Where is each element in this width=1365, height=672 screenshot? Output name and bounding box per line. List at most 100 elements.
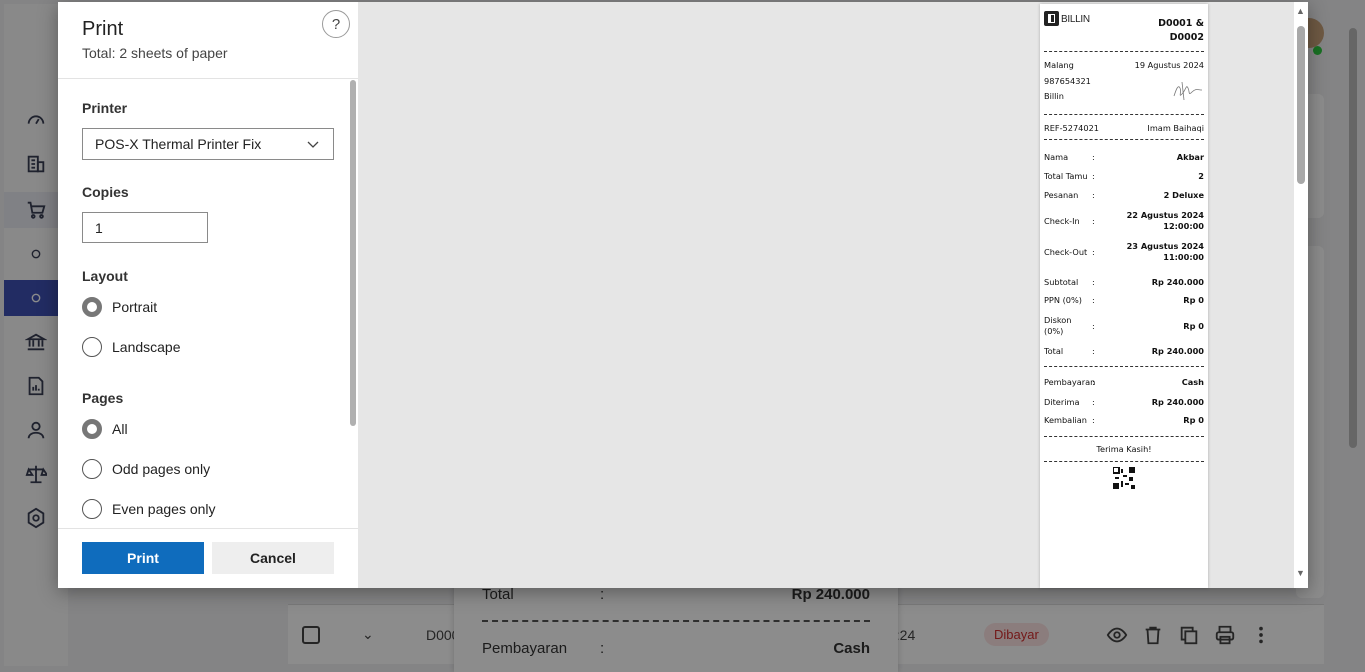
cancel-button[interactable]: Cancel [212, 542, 334, 574]
receipt-row-value: 23 Agustus 2024 11:00:00 [1104, 241, 1204, 263]
receipt-row-value: Rp 0 [1183, 415, 1204, 425]
dialog-title: Print [82, 18, 124, 40]
printer-select[interactable]: POS-X Thermal Printer Fix [82, 128, 334, 160]
receipt-row-label: Pembayaran [1044, 377, 1096, 387]
receipt-divider [1044, 436, 1204, 437]
print-button[interactable]: Print [82, 542, 204, 574]
receipt-total-row: PPN (0%) : Rp 0 [1044, 295, 1204, 306]
print-preview: BILLIN D0001 & D0002 Malang 19 Agustus 2… [358, 2, 1294, 588]
receipt-row-label: Diterima [1044, 397, 1080, 407]
receipt-row-value: Rp 0 [1183, 295, 1204, 305]
pages-even-option[interactable]: Even pages only [82, 498, 216, 520]
receipt-row-label: Total Tamu [1044, 171, 1088, 181]
receipt-invoice-2: D0002 [1169, 32, 1204, 43]
receipt-payment-row: Diterima : Rp 240.000 [1044, 397, 1204, 408]
layout-landscape-option[interactable]: Landscape [82, 336, 181, 358]
help-button[interactable]: ? [322, 10, 350, 38]
checkin-time: 12:00:00 [1163, 221, 1204, 231]
receipt-separator: : [1092, 415, 1095, 425]
receipt-brand: BILLIN [1061, 14, 1090, 25]
settings-body: Printer POS-X Thermal Printer Fix Copies… [58, 80, 358, 528]
landscape-radio[interactable] [82, 337, 102, 357]
portrait-radio[interactable] [82, 297, 102, 317]
receipt-row: Check-In : 22 Agustus 2024 12:00:00 [1044, 209, 1204, 233]
receipt-cashier: Imam Baihaqi [1147, 123, 1204, 133]
even-pages-radio[interactable] [82, 499, 102, 519]
receipt-divider [1044, 51, 1204, 52]
layout-label: Layout [82, 268, 128, 284]
receipt-separator: : [1092, 377, 1095, 387]
all-pages-label: All [112, 421, 128, 437]
receipt-row-label: Pesanan [1044, 190, 1079, 200]
diskon-label: Diskon [1044, 315, 1072, 325]
receipt-row-label: Check-In [1044, 216, 1080, 226]
print-settings-panel: Print Total: 2 sheets of paper ? Printer… [58, 2, 358, 588]
receipt-row: Check-Out : 23 Agustus 2024 11:00:00 [1044, 240, 1204, 264]
receipt-separator: : [1092, 295, 1095, 305]
layout-portrait-option[interactable]: Portrait [82, 296, 157, 318]
receipt-separator: : [1092, 321, 1095, 331]
chevron-down-icon [307, 141, 319, 148]
receipt-row-label: Check-Out [1044, 247, 1088, 257]
receipt-ref: REF-5274021 [1044, 123, 1099, 133]
all-pages-radio[interactable] [82, 419, 102, 439]
receipt-row-label: Kembalian [1044, 415, 1087, 425]
receipt-row-label: Total [1044, 346, 1064, 356]
receipt-row-label: Nama [1044, 152, 1069, 162]
receipt-phone: 987654321 [1044, 76, 1091, 86]
scroll-down-icon[interactable]: ▼ [1296, 568, 1305, 578]
receipt-row-label: PPN (0%) [1044, 295, 1082, 305]
receipt-total-row: Diskon (0%) : Rp 0 [1044, 315, 1204, 337]
receipt-row: Nama : Akbar [1044, 152, 1204, 163]
scroll-up-icon[interactable]: ▲ [1296, 6, 1305, 16]
signature-image [1173, 81, 1203, 101]
odd-pages-radio[interactable] [82, 459, 102, 479]
receipt-separator: : [1092, 346, 1095, 356]
receipt-date: 19 Agustus 2024 [1134, 60, 1204, 70]
receipt-separator: : [1092, 152, 1095, 162]
receipt-separator: : [1092, 190, 1095, 200]
receipt-divider [1044, 366, 1204, 367]
checkout-time: 11:00:00 [1163, 252, 1204, 262]
dialog-header: Print Total: 2 sheets of paper ? [58, 2, 358, 79]
receipt-payment-row: Pembayaran : Cash [1044, 377, 1204, 388]
receipt-row-value: Cash [1181, 377, 1204, 387]
diskon-rate: (0%) [1044, 326, 1064, 336]
receipt-row-value: 2 [1198, 171, 1204, 181]
landscape-label: Landscape [112, 339, 181, 355]
sheet-count: Total: 2 sheets of paper [82, 45, 228, 61]
receipt-row-value: Rp 0 [1183, 320, 1204, 331]
receipt-city: Malang [1044, 60, 1074, 70]
printer-value: POS-X Thermal Printer Fix [95, 136, 262, 152]
receipt-separator: : [1092, 171, 1095, 181]
copies-label: Copies [82, 184, 129, 200]
receipt-divider [1044, 114, 1204, 115]
receipt-row-label: Diskon (0%) [1044, 315, 1092, 337]
receipt-total-row: Total : Rp 240.000 [1044, 346, 1204, 357]
receipt-page: BILLIN D0001 & D0002 Malang 19 Agustus 2… [1040, 4, 1208, 588]
billin-logo-icon [1044, 11, 1059, 26]
settings-scrollbar[interactable] [350, 80, 356, 426]
qr-code-icon [1113, 467, 1135, 489]
dialog-footer: Print Cancel [58, 528, 358, 588]
preview-scrollbar[interactable]: ▲ ▼ [1294, 2, 1308, 588]
receipt-separator: : [1092, 397, 1095, 407]
preview-scroll-thumb[interactable] [1297, 26, 1305, 184]
portrait-label: Portrait [112, 299, 158, 315]
receipt-invoice: D0001 & [1158, 18, 1204, 29]
print-dialog: Print Total: 2 sheets of paper ? Printer… [58, 2, 1308, 588]
receipt-row-value: 2 Deluxe [1163, 190, 1204, 200]
receipt-thanks: Terima Kasih! [1096, 444, 1152, 454]
receipt-row-value: Akbar [1176, 152, 1204, 162]
receipt-row: Pesanan : 2 Deluxe [1044, 190, 1204, 201]
receipt-row-value: Rp 240.000 [1151, 346, 1204, 356]
receipt-company: Billin [1044, 91, 1064, 101]
pages-odd-option[interactable]: Odd pages only [82, 458, 210, 480]
receipt-divider [1044, 461, 1204, 462]
checkout-date: 23 Agustus 2024 [1126, 241, 1204, 251]
copies-input[interactable]: 1 [82, 212, 208, 243]
pages-all-option[interactable]: All [82, 418, 128, 440]
receipt-total-row: Subtotal : Rp 240.000 [1044, 277, 1204, 288]
receipt-divider [1044, 139, 1204, 140]
receipt-separator: : [1092, 247, 1095, 257]
